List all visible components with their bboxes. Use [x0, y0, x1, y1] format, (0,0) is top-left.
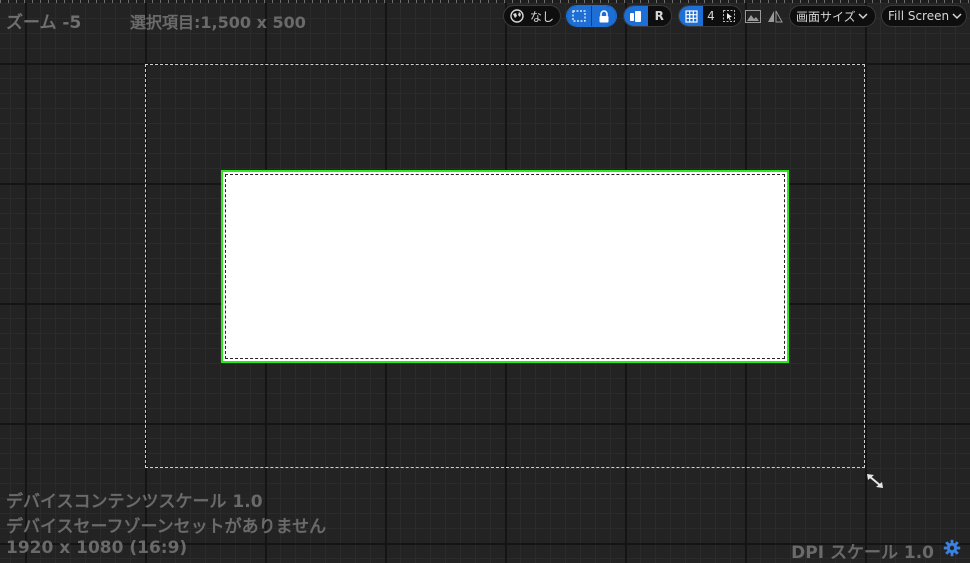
respect-locks-toggle[interactable]: R [623, 5, 672, 27]
r-label: R [654, 9, 664, 23]
cursor-select-icon[interactable] [719, 6, 739, 26]
resize-handle-icon[interactable] [865, 472, 885, 490]
selected-widget[interactable] [221, 170, 789, 363]
safe-zone-status: デバイスセーフゾーンセットがありません [6, 517, 327, 537]
image-preview-icon[interactable] [744, 7, 762, 25]
locale-preview-button[interactable]: なし [503, 5, 561, 27]
dpi-scale: DPI スケール 1.0 [791, 543, 934, 563]
widget-bounds [225, 174, 785, 359]
fill-screen-label: Fill Screen [888, 9, 950, 23]
marquee-select-icon[interactable] [567, 6, 591, 26]
chevron-down-icon [952, 12, 962, 20]
grid-snap-value: 4 [707, 9, 715, 23]
locale-value: なし [530, 9, 555, 24]
selection-lock-toggle[interactable] [566, 5, 617, 27]
screen-resolution: 1920 x 1080 (16:9) [6, 538, 188, 558]
screen-size-label: 画面サイズ [796, 9, 856, 24]
lock-icon[interactable] [591, 6, 616, 26]
top-ruler [0, 0, 970, 3]
screen-size-dropdown[interactable]: 画面サイズ [789, 5, 876, 27]
fill-screen-dropdown[interactable]: Fill Screen [881, 5, 967, 27]
device-content-scale: デバイスコンテンツスケール 1.0 [6, 492, 263, 512]
mirror-icon[interactable] [766, 7, 784, 25]
chevron-down-icon [858, 12, 868, 20]
viewport-toolbar: なし R 4 画面サイズ Fill Screen [0, 5, 970, 29]
grid-icon[interactable] [679, 6, 703, 26]
globe-icon [504, 9, 530, 23]
grid-snap-control[interactable]: 4 [678, 5, 742, 27]
gear-icon[interactable] [943, 539, 961, 557]
layout-transform-icon[interactable] [624, 6, 648, 26]
